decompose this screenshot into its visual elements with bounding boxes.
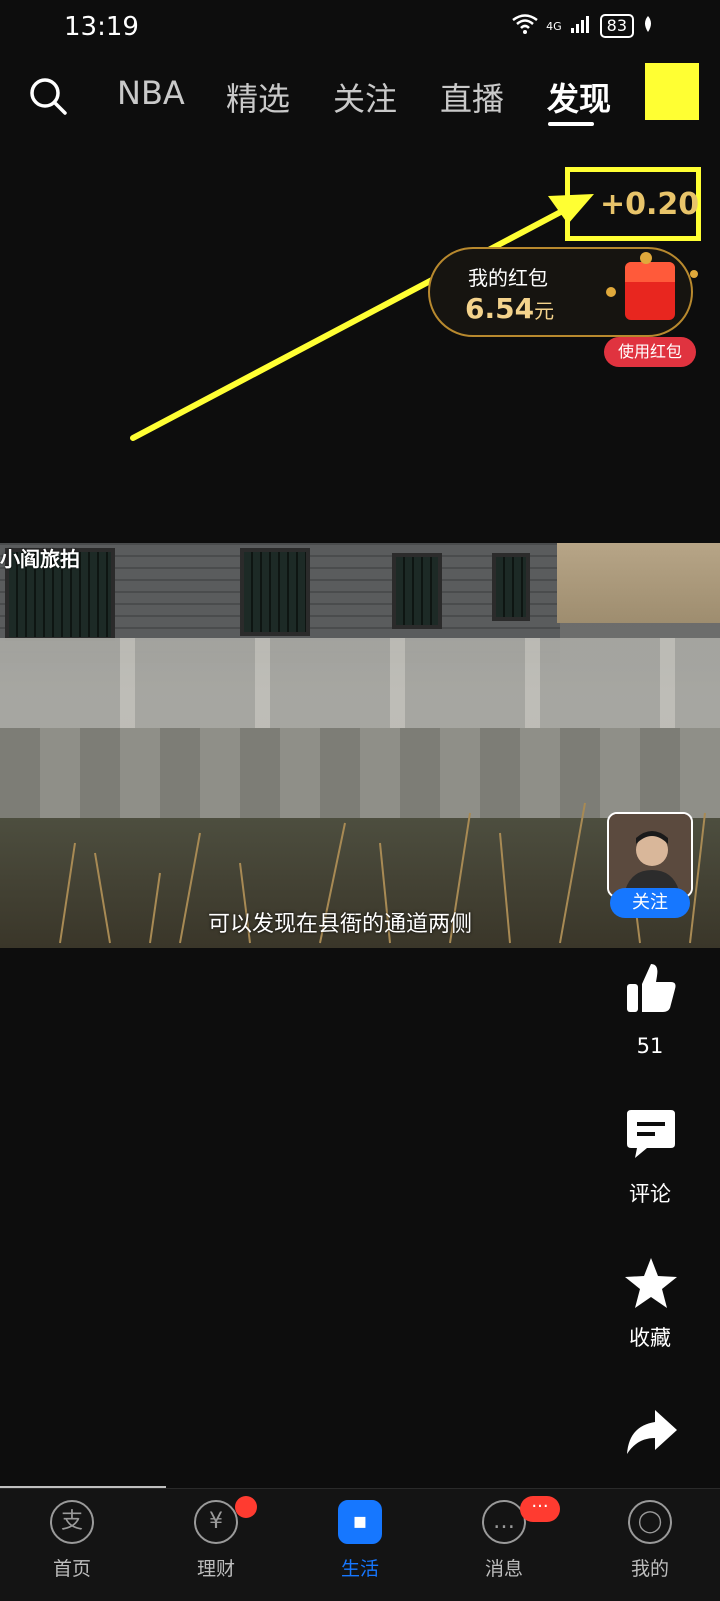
profile-icon: ◯ — [628, 1500, 672, 1544]
top-tabs: NBA 精选 关注 直播 发现 — [0, 74, 720, 124]
nav-wealth[interactable]: ¥ 理财 — [156, 1500, 276, 1581]
comment-label: 评论 — [629, 1182, 671, 1206]
video-tree-area — [557, 543, 720, 623]
redpack-amount: 6.54元 — [465, 292, 554, 325]
reward-increment: +0.20 — [600, 187, 700, 222]
use-redpack-button[interactable]: 使用红包 — [604, 337, 696, 367]
favorite-label: 收藏 — [629, 1326, 671, 1350]
tab-nba[interactable]: NBA — [117, 74, 185, 112]
tab-featured[interactable]: 精选 — [226, 74, 290, 120]
tab-discover[interactable]: 发现 — [547, 74, 611, 120]
person-icon — [609, 814, 691, 896]
like-count: 51 — [636, 1034, 664, 1058]
active-tab-indicator — [548, 122, 594, 126]
nav-home[interactable]: 支 首页 — [12, 1500, 132, 1581]
follow-button[interactable]: 关注 — [610, 888, 690, 918]
status-icons: 4G 83 — [512, 14, 654, 38]
coin-icon — [690, 270, 698, 278]
tab-live[interactable]: 直播 — [440, 74, 504, 120]
red-envelope-flap — [625, 262, 675, 282]
tab-following[interactable]: 关注 — [333, 74, 397, 120]
highlight-square — [645, 63, 699, 120]
comment-icon[interactable] — [623, 1108, 679, 1164]
coin-icon — [606, 287, 616, 297]
nav-life[interactable]: ▪ 生活 — [300, 1500, 420, 1581]
video-window — [392, 553, 442, 629]
alipay-icon: 支 — [50, 1500, 94, 1544]
video-stone-railing — [0, 638, 720, 728]
coin-icon — [640, 252, 652, 264]
favorite-star-icon[interactable] — [623, 1256, 679, 1312]
life-icon: ▪ — [338, 1500, 382, 1544]
video-window — [240, 548, 310, 636]
creator-avatar[interactable] — [607, 812, 693, 898]
wifi-icon — [512, 14, 538, 38]
video-window — [492, 553, 530, 621]
nav-profile-label: 我的 — [630, 1558, 669, 1580]
redpack-amount-unit: 元 — [534, 299, 555, 323]
video-subtitle: 可以发现在县衙的通道两侧 — [208, 912, 473, 937]
video-watermark: 小阎旅拍 — [0, 547, 80, 571]
battery-indicator: 83 — [599, 14, 634, 38]
nav-wealth-label: 理财 — [196, 1558, 235, 1580]
redpack-title: 我的红包 — [468, 266, 548, 290]
messages-badge: ··· — [520, 1496, 560, 1522]
nav-home-label: 首页 — [52, 1558, 91, 1580]
nav-life-label: 生活 — [340, 1558, 379, 1580]
yuan-icon: ¥ — [194, 1500, 238, 1544]
leaf-icon — [642, 15, 654, 37]
like-icon[interactable] — [623, 960, 679, 1016]
nav-profile[interactable]: ◯ 我的 — [590, 1500, 710, 1581]
signal-icon — [570, 14, 592, 38]
network-label: 4G — [546, 19, 562, 33]
share-icon[interactable] — [623, 1404, 679, 1460]
status-time: 13:19 — [64, 12, 139, 42]
redpack-amount-value: 6.54 — [465, 292, 535, 325]
nav-messages-label: 消息 — [484, 1558, 523, 1580]
wealth-badge — [235, 1496, 257, 1518]
